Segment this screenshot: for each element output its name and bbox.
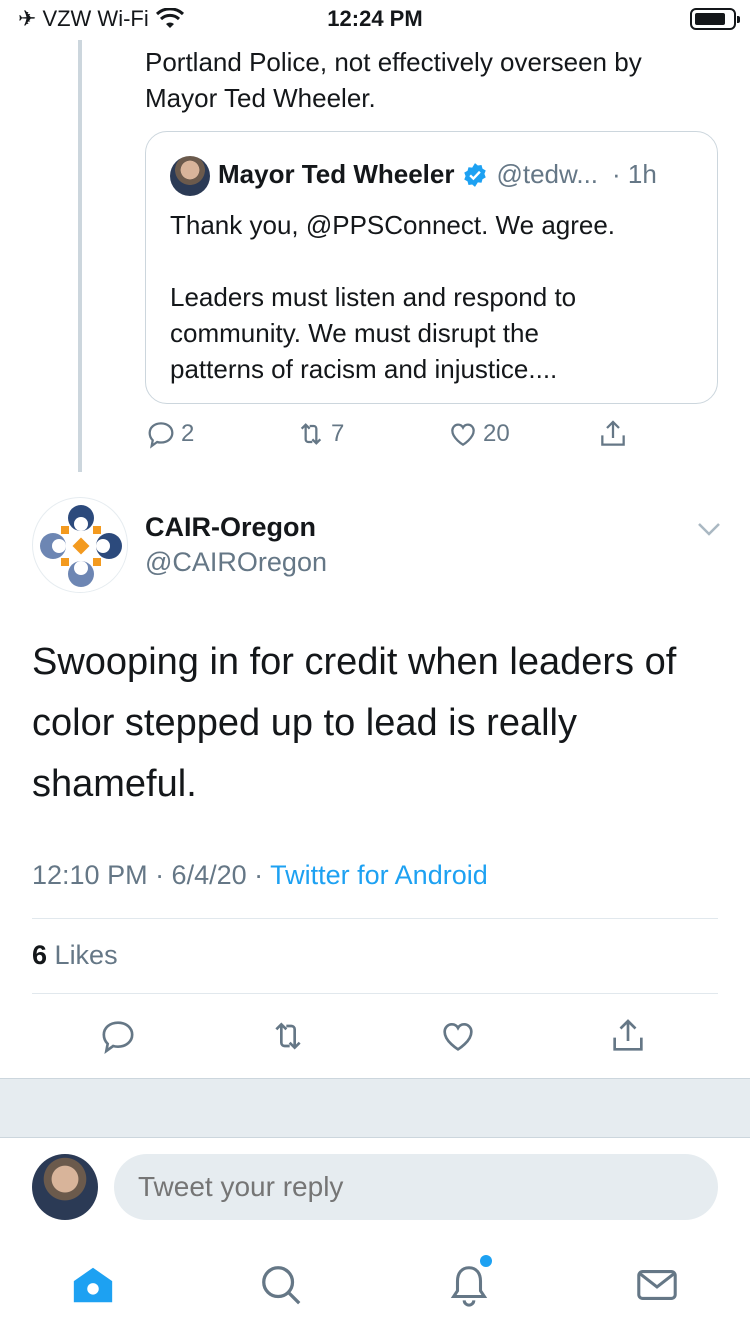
share-button[interactable] — [597, 418, 629, 450]
verified-badge-icon — [464, 162, 487, 187]
reply-input[interactable] — [114, 1154, 718, 1220]
parent-tweet-actions: 2 7 20 — [145, 418, 645, 458]
divider — [32, 993, 718, 994]
tweet-metadata: 12:10 PM · 6/4/20 · Twitter for Android — [32, 860, 488, 891]
share-icon — [613, 1019, 643, 1051]
tweet-source-link[interactable]: Twitter for Android — [270, 860, 488, 890]
quoted-text-line: Thank you, @PPSConnect. We agree. — [170, 210, 616, 240]
tweet-timestamp: 12:10 PM · 6/4/20 · — [32, 860, 271, 890]
likes-label: Likes — [54, 940, 118, 970]
quoted-text-line: Leaders must listen and respond to — [170, 282, 577, 312]
tweet-text-line: shameful. — [32, 763, 197, 805]
status-time: 12:24 PM — [327, 6, 423, 31]
chevron-down-icon[interactable] — [694, 514, 724, 544]
search-icon[interactable] — [258, 1262, 304, 1308]
tweet-text-line: color stepped up to lead is really — [32, 702, 577, 744]
quoted-text-line: community. We must disrupt the — [170, 318, 539, 348]
tweet-text: Swooping in for credit when leaders of c… — [32, 632, 722, 815]
retweet-button[interactable]: 7 — [295, 418, 344, 450]
heart-icon — [443, 1022, 473, 1051]
divider — [32, 918, 718, 919]
like-count: 20 — [483, 420, 510, 447]
author-handle[interactable]: @CAIROregon — [145, 547, 327, 578]
cair-oregon-avatar[interactable] — [32, 497, 128, 593]
quoted-author-avatar — [170, 156, 210, 196]
notifications-icon[interactable] — [446, 1262, 492, 1308]
home-icon[interactable] — [70, 1262, 116, 1308]
section-separator — [0, 1078, 750, 1138]
current-user-avatar[interactable] — [32, 1154, 98, 1220]
quoted-tweet-age: · 1h — [612, 159, 657, 189]
retweet-icon — [275, 1022, 301, 1050]
quoted-author-handle: @tedw... — [496, 159, 599, 189]
heart-icon — [451, 423, 475, 446]
likes-summary[interactable]: 6 Likes — [32, 940, 118, 971]
retweet-button[interactable] — [268, 1016, 308, 1056]
parent-tweet-text: Portland Police, not effectively oversee… — [145, 44, 725, 116]
likes-count: 6 — [32, 940, 48, 970]
thread-connector-line — [78, 40, 82, 472]
parent-text-line: Mayor Ted Wheeler. — [145, 83, 376, 113]
share-button[interactable] — [608, 1016, 648, 1056]
quoted-tweet-header: Mayor Ted Wheeler @tedw... · 1h — [218, 159, 657, 190]
retweet-count: 7 — [331, 420, 345, 447]
like-button[interactable]: 20 — [447, 418, 510, 450]
cair-logo-icon — [35, 500, 127, 592]
reply-count: 2 — [181, 420, 195, 447]
reply-button[interactable] — [98, 1016, 138, 1056]
quoted-text-line: patterns of racism and injustice.... — [170, 354, 558, 384]
tweet-text-line: Swooping in for credit when leaders of — [32, 641, 677, 683]
share-icon — [601, 420, 625, 446]
reply-button[interactable]: 2 — [145, 418, 194, 450]
battery-icon — [690, 8, 740, 30]
retweet-icon — [300, 423, 322, 445]
reply-icon — [102, 1021, 134, 1055]
parent-text-line: Portland Police, not effectively oversee… — [145, 47, 642, 77]
notification-badge — [480, 1255, 492, 1267]
like-button[interactable] — [438, 1016, 478, 1056]
quoted-author-name: Mayor Ted Wheeler — [218, 159, 455, 189]
bottom-tab-bar — [0, 1240, 750, 1334]
messages-icon[interactable] — [634, 1262, 680, 1308]
quoted-tweet-card[interactable]: Mayor Ted Wheeler @tedw... · 1h Thank yo… — [145, 131, 718, 404]
author-name[interactable]: CAIR-Oregon — [145, 512, 316, 543]
reply-icon — [148, 422, 174, 449]
status-bar: ✈ VZW Wi-Fi 12:24 PM — [0, 0, 750, 40]
